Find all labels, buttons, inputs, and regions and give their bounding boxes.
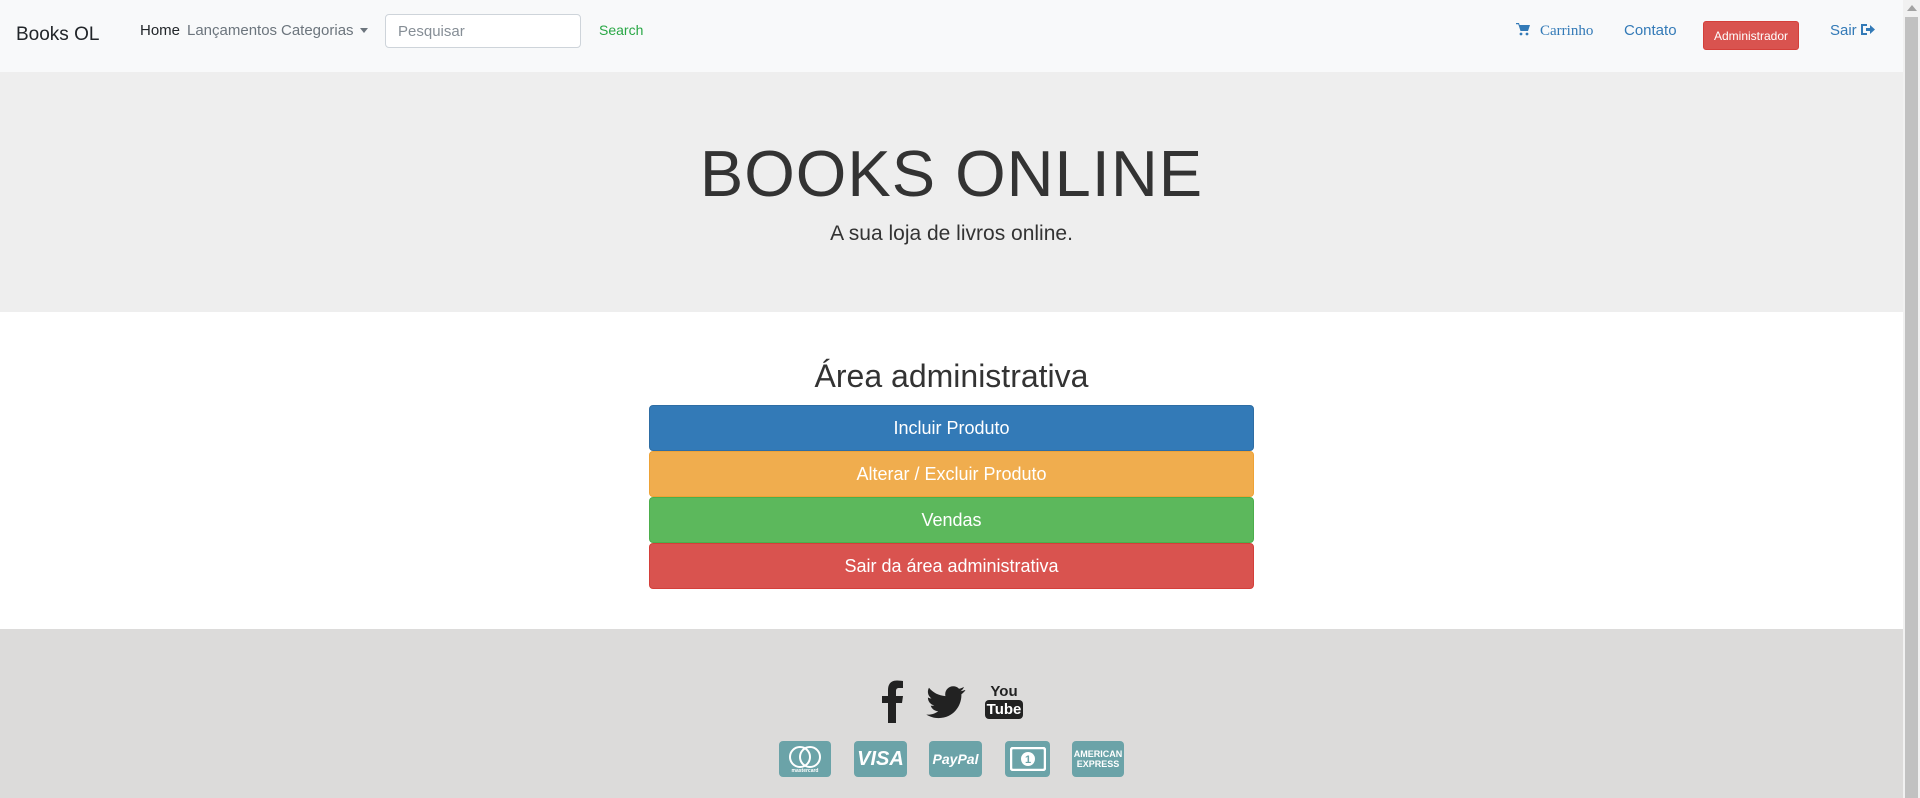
sair-link[interactable]: Sair [1830, 22, 1875, 39]
mastercard-label: mastercard [792, 768, 819, 774]
hero-jumbotron: BOOKS ONLINE A sua loja de livros online… [0, 72, 1903, 312]
caret-down-icon [359, 28, 368, 33]
cart-label: Carrinho [1540, 23, 1594, 39]
cart-link[interactable]: Carrinho [1516, 22, 1593, 40]
cash-value: 1 [1024, 754, 1030, 766]
sair-area-admin-button[interactable]: Sair da área administrativa [649, 543, 1254, 589]
brand-link[interactable]: Books OL [16, 24, 99, 46]
hero-subtitle: A sua loja de livros online. [830, 222, 1073, 245]
logout-icon [1860, 24, 1875, 35]
incluir-produto-button[interactable]: Incluir Produto [649, 405, 1254, 451]
hero-title: BOOKS ONLINE [699, 137, 1204, 210]
amex-line-1: AMERICAN [1073, 749, 1123, 759]
navbar: Books OL Home Lançamentos Categorias Sea… [0, 0, 1903, 72]
admin-area-title: Área administrativa [814, 358, 1089, 394]
paypal-icon: PayPal [929, 741, 982, 777]
nav-home[interactable]: Home [140, 22, 180, 39]
cash-icon: 1 [1005, 741, 1050, 777]
cash-bill-shape: 1 [1009, 747, 1046, 771]
search-input[interactable] [385, 14, 581, 48]
administrador-button[interactable]: Administrador [1703, 21, 1799, 50]
contato-link[interactable]: Contato [1624, 22, 1677, 39]
scroll-up-arrow-icon[interactable] [1907, 5, 1917, 11]
vendas-button[interactable]: Vendas [649, 497, 1254, 543]
visa-icon: VISA [854, 741, 907, 777]
search-button[interactable]: Search [599, 22, 643, 38]
footer: You Tube mastercard VISA PayPal 1 AMERIC… [0, 629, 1903, 798]
mastercard-icon: mastercard [779, 741, 831, 777]
nav-lancamentos[interactable]: Lançamentos [187, 22, 277, 39]
youtube-you-text: You [990, 682, 1018, 700]
twitter-icon[interactable] [926, 679, 966, 723]
mastercard-circles: mastercard [789, 746, 821, 774]
alterar-excluir-produto-button[interactable]: Alterar / Excluir Produto [649, 451, 1254, 497]
scroll-thumb[interactable] [1905, 17, 1918, 798]
vertical-scrollbar[interactable] [1903, 0, 1920, 798]
youtube-tube-text: Tube [984, 699, 1024, 719]
youtube-icon[interactable]: You Tube [984, 679, 1024, 723]
cart-icon [1516, 23, 1530, 36]
nav-categorias-dropdown[interactable]: Categorias [281, 22, 368, 39]
nav-categorias-label: Categorias [281, 22, 354, 39]
amex-icon: AMERICAN EXPRESS [1072, 741, 1124, 777]
amex-line-2: EXPRESS [1076, 759, 1120, 769]
facebook-icon[interactable] [877, 679, 907, 723]
sair-label: Sair [1830, 22, 1857, 39]
